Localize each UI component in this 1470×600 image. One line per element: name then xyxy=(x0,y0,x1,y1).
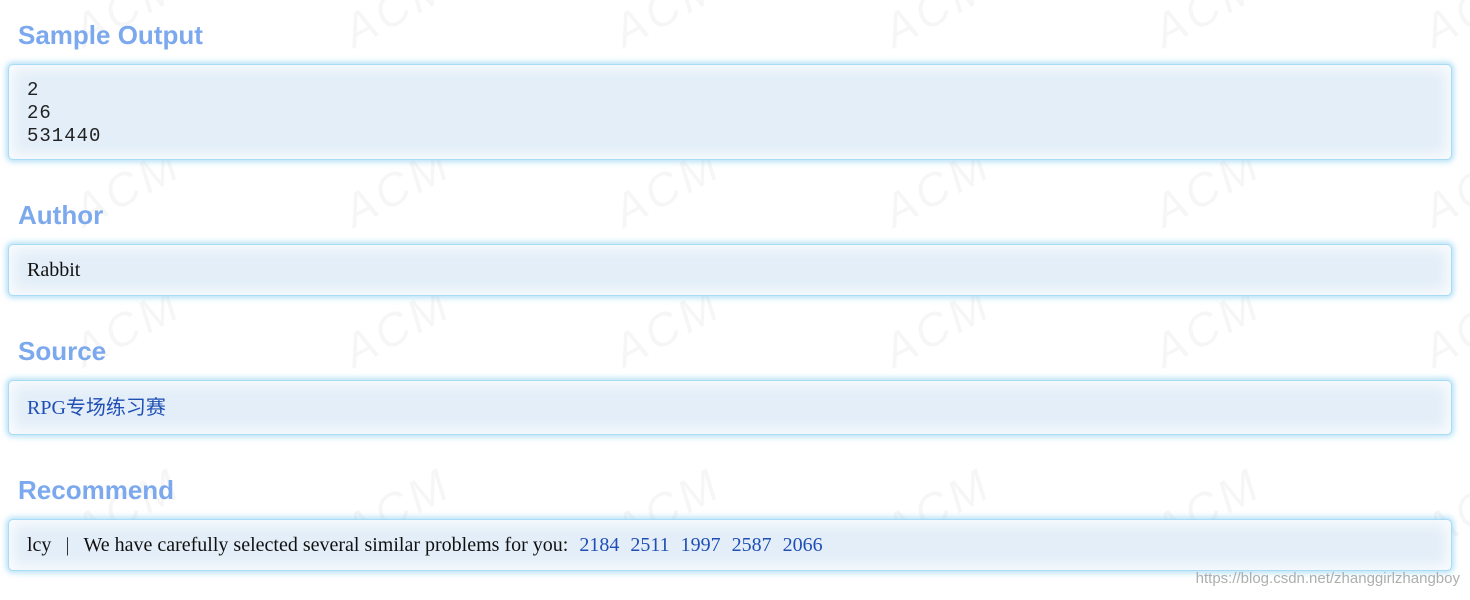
source-title: Source xyxy=(18,336,107,366)
recommend-line: lcy | We have carefully selected several s… xyxy=(27,533,829,557)
recommend-problem-link[interactable]: 1997 xyxy=(681,534,721,556)
recommend-problem-link[interactable]: 2184 xyxy=(579,534,619,556)
problem-page-content: Sample Output 2 26 531440 Author Rabbit … xyxy=(0,0,1470,600)
author-name: Rabbit xyxy=(27,259,81,281)
csdn-url-watermark: https://blog.csdn.net/zhanggirlzhangboy xyxy=(1195,570,1460,587)
author-panel: Rabbit xyxy=(8,244,1452,296)
recommend-problem-link[interactable]: 2587 xyxy=(732,534,772,556)
source-link[interactable]: RPG专场练习赛 xyxy=(27,397,166,419)
recommend-problem-link[interactable]: 2066 xyxy=(783,534,823,556)
recommend-problem-link[interactable]: 2511 xyxy=(630,534,669,556)
recommend-title: Recommend xyxy=(18,475,175,505)
recommend-problem-links: 2184 2511 1997 2587 2066 xyxy=(579,534,828,556)
source-panel: RPG专场练习赛 xyxy=(8,380,1452,435)
sample-output-text: 2 26 531440 xyxy=(27,79,101,148)
sample-output-panel: 2 26 531440 xyxy=(8,64,1452,160)
sample-output-line: 2 xyxy=(27,79,40,101)
recommend-separator: | xyxy=(65,534,70,556)
recommend-message: We have carefully selected several simil… xyxy=(83,534,569,556)
author-title: Author xyxy=(18,200,104,230)
recommend-panel: lcy | We have carefully selected several s… xyxy=(8,519,1452,571)
recommend-user: lcy xyxy=(27,534,52,556)
sample-output-line: 531440 xyxy=(27,125,102,147)
sample-output-line: 26 xyxy=(27,102,52,124)
sample-output-title: Sample Output xyxy=(18,20,203,50)
